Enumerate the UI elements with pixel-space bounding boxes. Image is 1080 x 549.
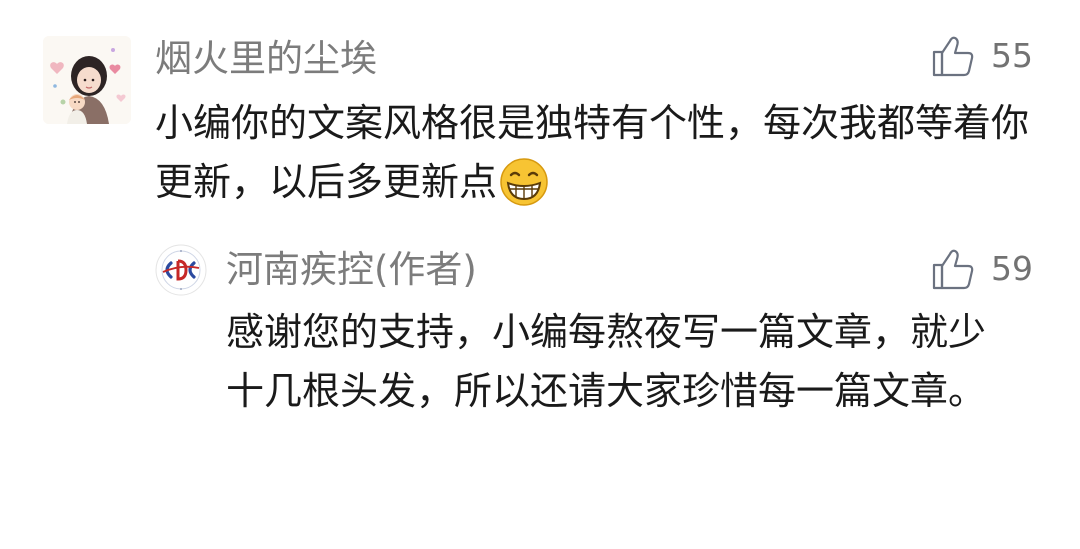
cdc-logo: [155, 244, 207, 296]
thumbs-up-icon: [931, 245, 977, 291]
author-avatar[interactable]: [154, 243, 208, 297]
reply-nickname[interactable]: 河南疾控(作者): [226, 251, 477, 288]
grinning-face-emoji: [499, 157, 549, 224]
comment-item: 烟火里的尘埃 55 小编你的文案风格很是独特有个性，每次我都等着你更新，以后多更…: [0, 0, 1080, 230]
thumbs-up-icon: [931, 32, 977, 78]
like-count: 59: [991, 248, 1033, 288]
like-button[interactable]: 59: [931, 243, 1033, 293]
like-count: 55: [991, 35, 1033, 75]
comment-text: 小编你的文案风格很是独特有个性，每次我都等着你更新，以后多更新点: [155, 94, 1035, 224]
reply-text: 感谢您的支持，小编每熬夜写一篇文章，就少十几根头发，所以还请大家珍惜每一篇文章。: [226, 310, 987, 413]
comment-nickname[interactable]: 烟火里的尘埃: [155, 40, 377, 77]
avatar[interactable]: [43, 36, 131, 124]
comment-text-content: 小编你的文案风格很是独特有个性，每次我都等着你更新，以后多更新点: [155, 101, 1030, 204]
like-button[interactable]: 55: [931, 30, 1033, 80]
reply-item: 河南疾控(作者) 59 感谢您的支持，小编每熬夜写一篇文章，就少十几根头发，所以…: [0, 230, 1080, 549]
